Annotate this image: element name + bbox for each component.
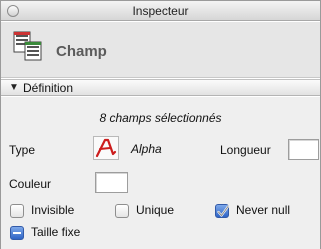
window-title: Inspecteur <box>132 4 189 18</box>
definition-panel: 8 champs sélectionnés Type Alpha Longueu… <box>1 97 320 249</box>
mixed-state-icon <box>13 232 21 234</box>
length-label: Longueur <box>220 143 271 157</box>
inspector-header: Champ <box>1 22 320 78</box>
title-bar: Inspecteur <box>1 1 320 21</box>
selection-count-text: 8 champs sélectionnés <box>99 111 222 125</box>
type-value: Alpha <box>131 142 162 156</box>
invisible-label: Invisible <box>31 203 75 217</box>
fixed-size-label: Taille fixe <box>31 225 81 239</box>
type-popup-button[interactable] <box>93 136 119 160</box>
disclosure-triangle-icon[interactable]: ▼ <box>9 82 19 93</box>
color-label: Couleur <box>9 177 52 191</box>
inspector-heading: Champ <box>56 43 107 60</box>
never-null-checkbox[interactable] <box>215 204 230 218</box>
unique-checkbox[interactable] <box>115 204 129 218</box>
never-null-label: Never null <box>236 203 291 217</box>
unique-label: Unique <box>136 203 175 217</box>
type-label: Type <box>9 143 36 157</box>
invisible-checkbox[interactable] <box>10 204 24 218</box>
color-field[interactable] <box>95 172 128 193</box>
definition-section-toggle[interactable]: ▼ Définition <box>1 79 320 96</box>
section-label: Définition <box>23 81 74 95</box>
length-field[interactable] <box>288 139 319 160</box>
alpha-type-icon <box>95 138 117 158</box>
fixed-size-checkbox[interactable] <box>10 226 24 240</box>
inspector-window: Inspecteur Champ ▼ Définition 8 champs s… <box>0 0 321 249</box>
field-entity-icon <box>13 31 42 61</box>
checkmark-icon <box>217 205 230 217</box>
